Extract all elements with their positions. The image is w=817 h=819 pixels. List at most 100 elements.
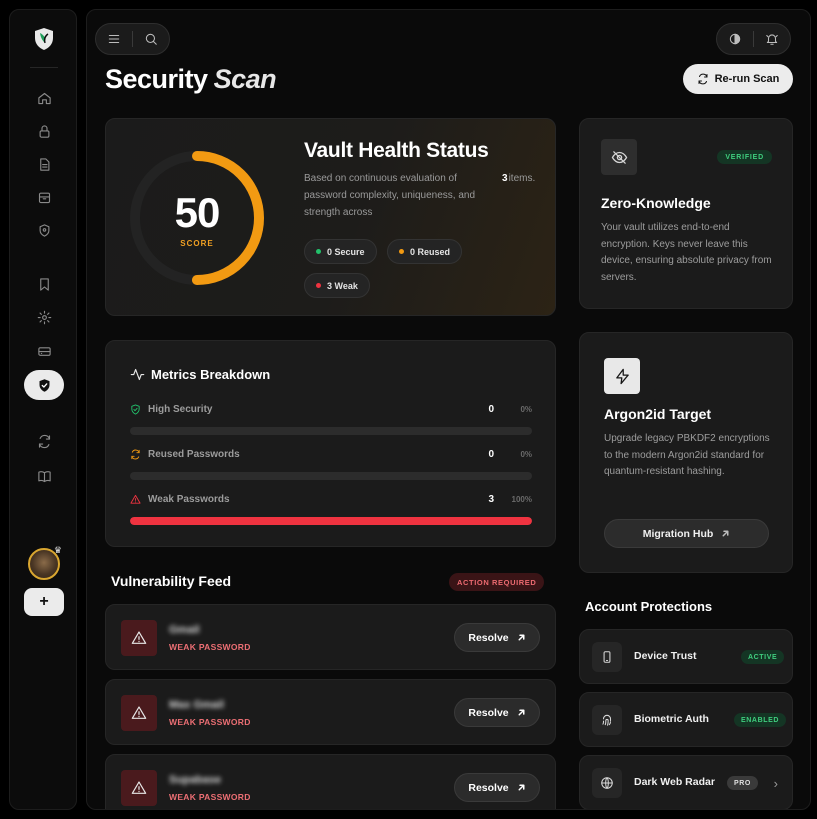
resolve-button[interactable]: Resolve [454, 623, 540, 652]
item-count-suffix: items. [508, 173, 536, 184]
protection-name: Device Trust [634, 650, 697, 662]
metric-percent: 0% [520, 405, 532, 414]
arrow-up-right-icon [722, 530, 729, 537]
score-label: SCORE [180, 239, 214, 248]
archive-icon[interactable] [36, 189, 52, 205]
metric-track [130, 427, 532, 435]
sync-icon [131, 449, 140, 460]
secure-chip: 0 Secure [304, 239, 377, 264]
search-icon [145, 33, 157, 45]
metrics-breakdown-card: Metrics Breakdown High Security 0 0% Reu… [105, 340, 556, 547]
location-shield-icon[interactable] [36, 222, 52, 238]
arrow-up-right-icon [518, 709, 525, 716]
status-badge: ENABLED [734, 713, 787, 727]
migration-hub-label: Migration Hub [642, 527, 714, 540]
sync-icon[interactable] [36, 433, 52, 449]
metric-percent: 100% [511, 495, 532, 504]
warning-icon [130, 494, 141, 504]
document-icon[interactable] [36, 156, 52, 172]
metric-label: Weak Passwords [148, 494, 230, 505]
app-logo-icon[interactable] [31, 26, 57, 52]
home-icon[interactable] [36, 90, 52, 106]
arrow-up-right-icon [518, 634, 525, 641]
item-count-value: 3 [502, 173, 508, 184]
settings-icon[interactable] [36, 309, 52, 325]
health-item-count: 3items. [502, 170, 535, 187]
page-title-main: Security [105, 64, 208, 94]
menu-icon [108, 34, 120, 44]
argon-description: Upgrade legacy PBKDF2 encryptions to the… [604, 433, 770, 477]
protection-item-biometric-auth[interactable]: Biometric Auth ENABLED [579, 692, 793, 747]
contrast-icon [729, 33, 741, 45]
resolve-button[interactable]: Resolve [454, 698, 540, 727]
storage-icon[interactable] [36, 343, 52, 359]
protection-name: Biometric Auth [634, 713, 709, 725]
metric-count: 0 [488, 404, 494, 415]
action-required-badge: ACTION REQUIRED [449, 573, 545, 591]
resolve-label: Resolve [468, 631, 509, 644]
bell-icon [766, 34, 778, 45]
menu-button[interactable] [96, 24, 132, 54]
status-badge: ACTIVE [741, 650, 785, 664]
rerun-scan-button[interactable]: Re-run Scan [683, 64, 793, 94]
bookmark-icon[interactable] [36, 276, 52, 292]
reused-chip-label: 0 Reused [410, 246, 451, 257]
toolbar-right [716, 23, 791, 55]
metric-track [130, 517, 532, 525]
add-button[interactable]: + [24, 588, 64, 616]
lightning-icon [604, 358, 640, 394]
theme-toggle-button[interactable] [717, 24, 753, 54]
zero-knowledge-title: Zero-Knowledge [601, 195, 711, 211]
rerun-scan-label: Re-run Scan [714, 73, 780, 85]
sidebar-divider [30, 67, 58, 68]
health-description: Based on continuous evaluation of passwo… [304, 173, 476, 218]
secure-chip-label: 0 Secure [327, 246, 365, 257]
list-item[interactable]: Gmail WEAK PASSWORD Resolve [105, 604, 556, 670]
warning-icon [121, 620, 157, 656]
page-title: Security Scan [105, 64, 277, 95]
verified-badge: VERIFIED [717, 150, 772, 164]
avatar[interactable]: ♛ [28, 545, 62, 580]
resolve-label: Resolve [468, 781, 509, 794]
app-window: ♛ + Security Scan Re-run Scan 50 SCORE V… [0, 0, 817, 819]
book-icon[interactable] [36, 468, 52, 484]
refresh-icon [698, 73, 708, 85]
protection-item-device-trust[interactable]: Device Trust ACTIVE [579, 629, 793, 684]
list-item[interactable]: Supabase WEAK PASSWORD Resolve [105, 754, 556, 809]
pro-badge: PRO [727, 776, 758, 790]
lock-icon[interactable] [36, 123, 52, 139]
weak-chip: 3 Weak [304, 273, 370, 298]
red-dot-icon [316, 283, 321, 288]
migration-hub-button[interactable]: Migration Hub [604, 519, 769, 548]
warning-icon [121, 770, 157, 806]
resolve-button[interactable]: Resolve [454, 773, 540, 802]
fingerprint-icon [592, 705, 622, 735]
vulnerability-type: WEAK PASSWORD [169, 642, 251, 652]
globe-icon [592, 768, 622, 798]
eye-off-icon [601, 139, 637, 175]
shield-check-icon [39, 378, 49, 392]
list-item[interactable]: Max Gmail WEAK PASSWORD Resolve [105, 679, 556, 745]
account-protections-title: Account Protections [585, 599, 713, 614]
metric-fill [130, 517, 532, 525]
vulnerability-type: WEAK PASSWORD [169, 717, 251, 727]
zero-knowledge-card: VERIFIED Zero-Knowledge Your vault utili… [579, 118, 793, 309]
vulnerability-name: Max Gmail [169, 699, 225, 711]
metric-count: 0 [488, 449, 494, 460]
metrics-title: Metrics Breakdown [151, 367, 271, 382]
metric-count: 3 [488, 494, 494, 505]
health-title: Vault Health Status [304, 139, 489, 162]
score-value: 50 [174, 189, 221, 236]
protection-item-dark-web-radar[interactable]: Dark Web Radar PRO › [579, 755, 793, 809]
orange-dot-icon [399, 249, 404, 254]
green-dot-icon [316, 249, 321, 254]
vulnerability-name: Supabase [169, 774, 221, 786]
argon2id-card: Argon2id Target Upgrade legacy PBKDF2 en… [579, 332, 793, 573]
search-button[interactable] [133, 24, 169, 54]
sidebar-item-security[interactable] [24, 370, 64, 400]
main-content: Security Scan Re-run Scan 50 SCORE Vault … [86, 9, 811, 810]
reused-chip: 0 Reused [387, 239, 463, 264]
argon-title: Argon2id Target [604, 406, 712, 422]
vulnerability-type: WEAK PASSWORD [169, 792, 251, 802]
notifications-button[interactable] [754, 24, 790, 54]
